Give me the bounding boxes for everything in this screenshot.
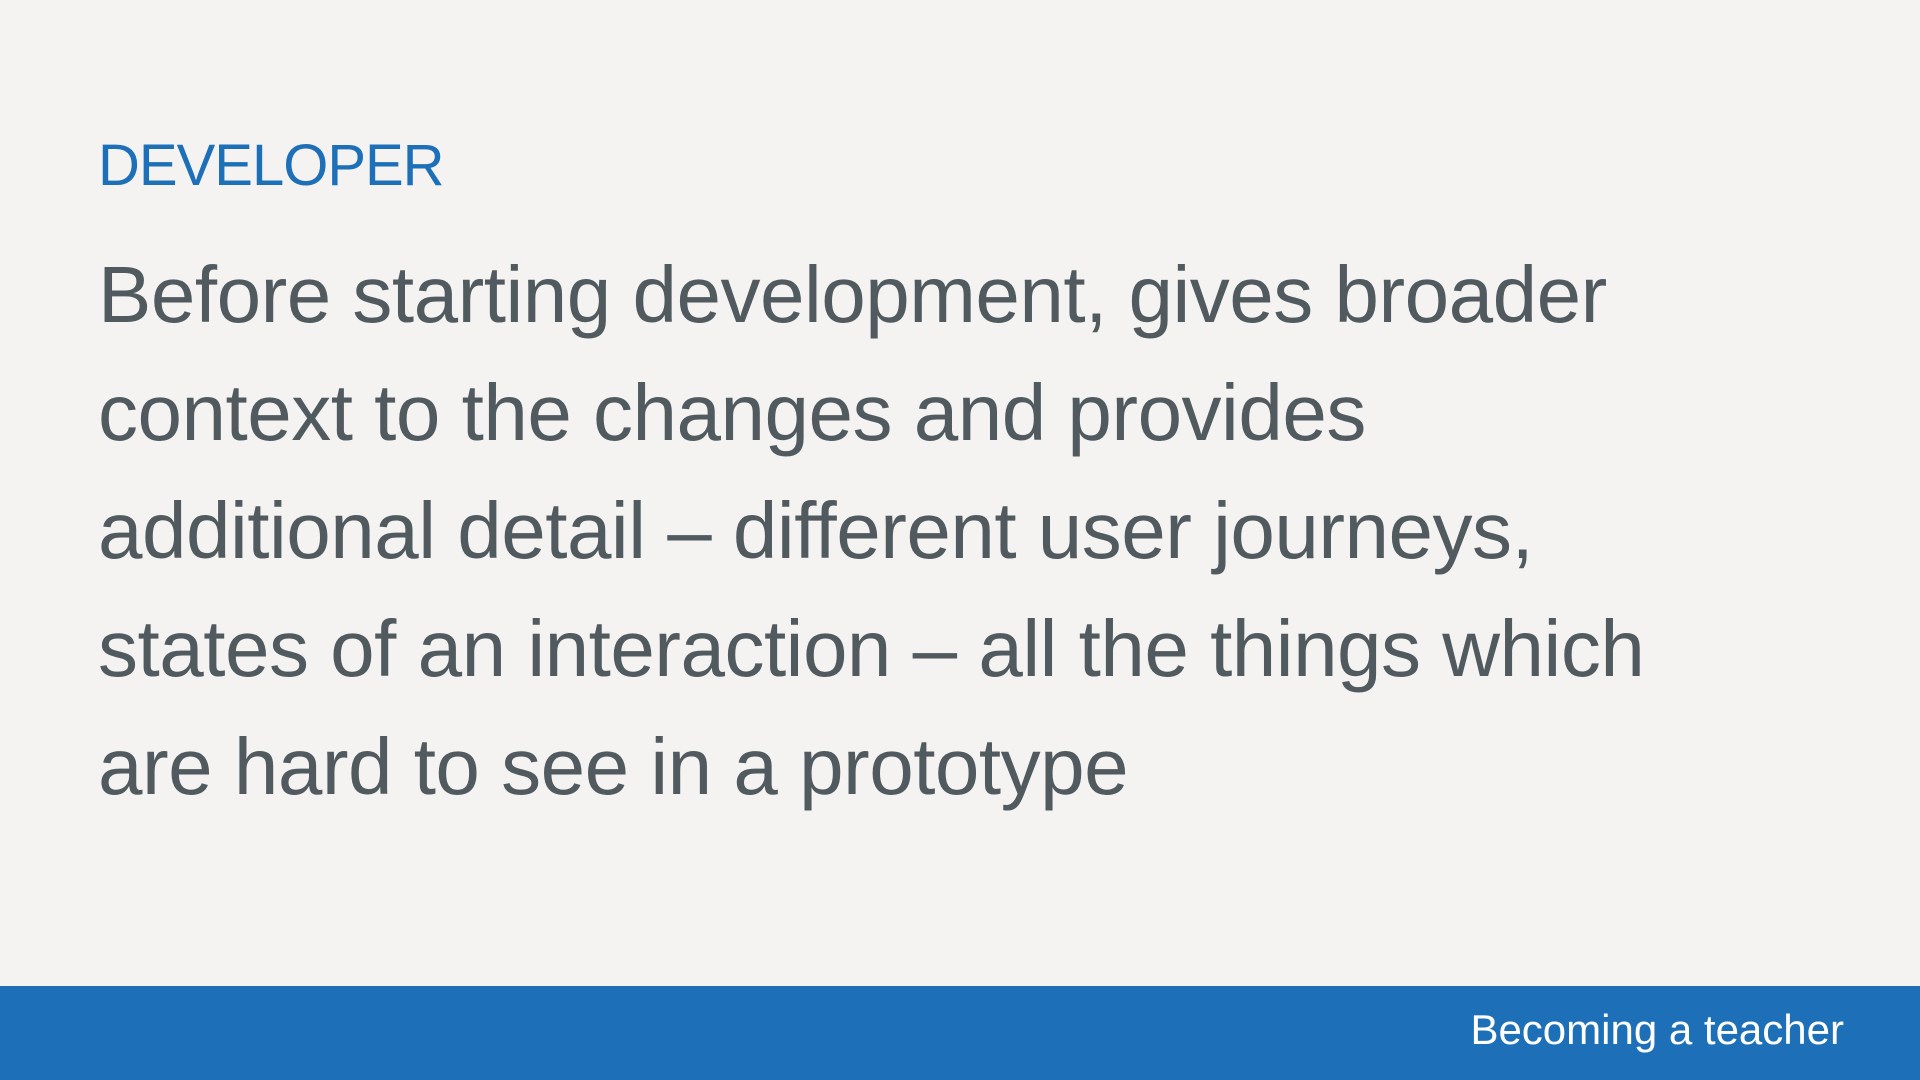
footer-bar: Becoming a teacher: [0, 986, 1920, 1080]
slide: DEVELOPER Before starting development, g…: [0, 0, 1920, 1080]
body-line: Before starting development, gives broad…: [98, 250, 1607, 339]
section-heading: DEVELOPER: [98, 133, 445, 198]
body-line: context to the changes and provides: [98, 368, 1366, 457]
body-line: additional detail – different user journ…: [98, 486, 1534, 575]
footer-title: Becoming a teacher: [1470, 1006, 1844, 1053]
body-line: are hard to see in a prototype: [98, 722, 1129, 811]
body-line: states of an interaction – all the thing…: [98, 604, 1645, 693]
body-paragraph: Before starting development, gives broad…: [98, 236, 1858, 826]
